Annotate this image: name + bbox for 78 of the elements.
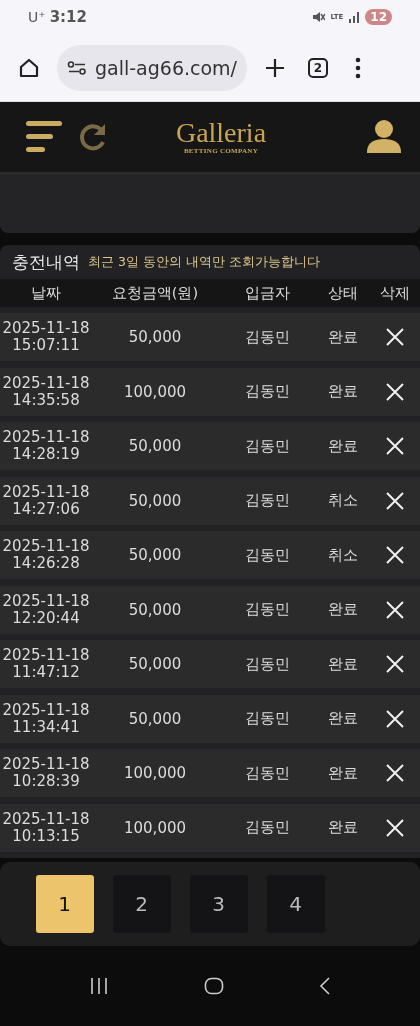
date-cell-text: 2025-11-18 10:28:39 [1, 756, 91, 790]
date-cell-text: 2025-11-18 14:27:06 [1, 483, 91, 518]
close-icon[interactable] [386, 709, 404, 728]
close-icon[interactable] [386, 764, 404, 782]
amount-cell-text: 50,000 [127, 600, 183, 619]
status-cell-text: 취소 [327, 491, 359, 510]
depositor-cell-text: 김동민 [243, 709, 291, 728]
clock-time: 3:12 [49, 8, 87, 26]
signal-icon [348, 11, 361, 23]
close-icon[interactable] [386, 600, 404, 619]
home-icon[interactable] [204, 977, 224, 995]
carrier-label: U⁺ [28, 9, 46, 25]
depositor-cell-text: 김동민 [243, 654, 291, 674]
column-header: 삭제 [379, 283, 411, 303]
date-cell-text: 2025-11-18 14:28:19 [1, 429, 91, 463]
date-cell-text: 2025-11-18 11:34:41 [1, 701, 91, 736]
date-cell-text: 2025-11-18 14:26:28 [1, 538, 91, 572]
amount-cell-text: 100,000 [123, 764, 187, 782]
close-icon[interactable] [386, 546, 404, 564]
date-cell-text: 2025-11-18 14:35:58 [1, 374, 91, 409]
back-icon[interactable] [319, 977, 331, 995]
close-icon[interactable] [386, 818, 404, 837]
recent-apps-icon[interactable] [89, 977, 109, 995]
page-button[interactable]: 2 [112, 875, 171, 933]
depositor-cell-text: 김동민 [243, 382, 291, 401]
date-cell-text: 2025-11-18 12:20:44 [1, 592, 91, 627]
status-cell-text: 완료 [327, 654, 359, 674]
user-icon[interactable] [366, 119, 402, 155]
status-cell-text: 완료 [327, 709, 359, 728]
column-header: 입금자 [243, 283, 291, 303]
depositor-cell-text: 김동민 [243, 491, 291, 510]
date-cell-text: 2025-11-18 10:13:15 [1, 810, 91, 845]
mute-icon [311, 10, 326, 24]
status-cell-text: 취소 [327, 545, 359, 565]
close-icon[interactable] [386, 328, 404, 346]
status-cell-text: 완료 [327, 436, 359, 456]
amount-cell-text: 100,000 [123, 382, 187, 401]
column-header: 날짜 [30, 283, 62, 303]
depositor-cell-text: 김동민 [243, 818, 291, 837]
menu-icon[interactable] [26, 121, 62, 153]
column-header: 상태 [327, 283, 359, 303]
depositor-cell-text: 김동민 [243, 436, 291, 456]
date-cell-text: 2025-11-18 11:47:12 [1, 647, 91, 681]
section-note: 최근 3일 동안의 내역만 조회가능합니다 [88, 253, 320, 271]
plus-icon[interactable] [264, 56, 286, 79]
close-icon[interactable] [386, 437, 404, 455]
status-cell-text: 완료 [327, 327, 359, 347]
amount-cell-text: 50,000 [127, 491, 183, 510]
depositor-cell-text: 김동민 [243, 763, 291, 783]
status-cell-text: 완료 [327, 763, 359, 783]
close-icon[interactable] [386, 491, 404, 510]
site-settings-icon[interactable] [67, 60, 87, 75]
refresh-icon[interactable] [78, 122, 108, 152]
status-cell-text: 완료 [327, 818, 359, 837]
section-title: 충전내역 [12, 250, 80, 274]
status-cell-text: 완료 [327, 600, 359, 619]
page-button[interactable]: 3 [189, 875, 248, 933]
amount-cell-text: 50,000 [127, 546, 183, 564]
tab-count-button[interactable]: 2 [308, 57, 328, 78]
amount-cell-text: 100,000 [123, 818, 187, 837]
date-cell-text: 2025-11-18 15:07:11 [1, 320, 91, 354]
amount-cell-text: 50,000 [127, 655, 183, 673]
page-button[interactable]: 4 [266, 875, 325, 933]
status-cell-text: 완료 [327, 382, 359, 401]
site-logo[interactable]: Galleria [175, 118, 267, 147]
depositor-cell-text: 김동민 [243, 545, 291, 565]
depositor-cell-text: 김동민 [243, 327, 291, 347]
page-button[interactable]: 1 [35, 875, 94, 933]
depositor-cell-text: 김동민 [243, 600, 291, 619]
amount-cell-text: 50,000 [127, 709, 183, 728]
battery-indicator: 12 [365, 9, 392, 25]
close-icon[interactable] [386, 382, 404, 401]
amount-cell-text: 50,000 [127, 328, 183, 346]
column-header: 요청금액(원) [110, 283, 200, 303]
menu-icon[interactable] [355, 56, 361, 79]
amount-cell-text: 50,000 [127, 437, 183, 455]
address-bar[interactable]: gall-ag66.com/ [57, 44, 247, 91]
close-icon[interactable] [386, 655, 404, 673]
